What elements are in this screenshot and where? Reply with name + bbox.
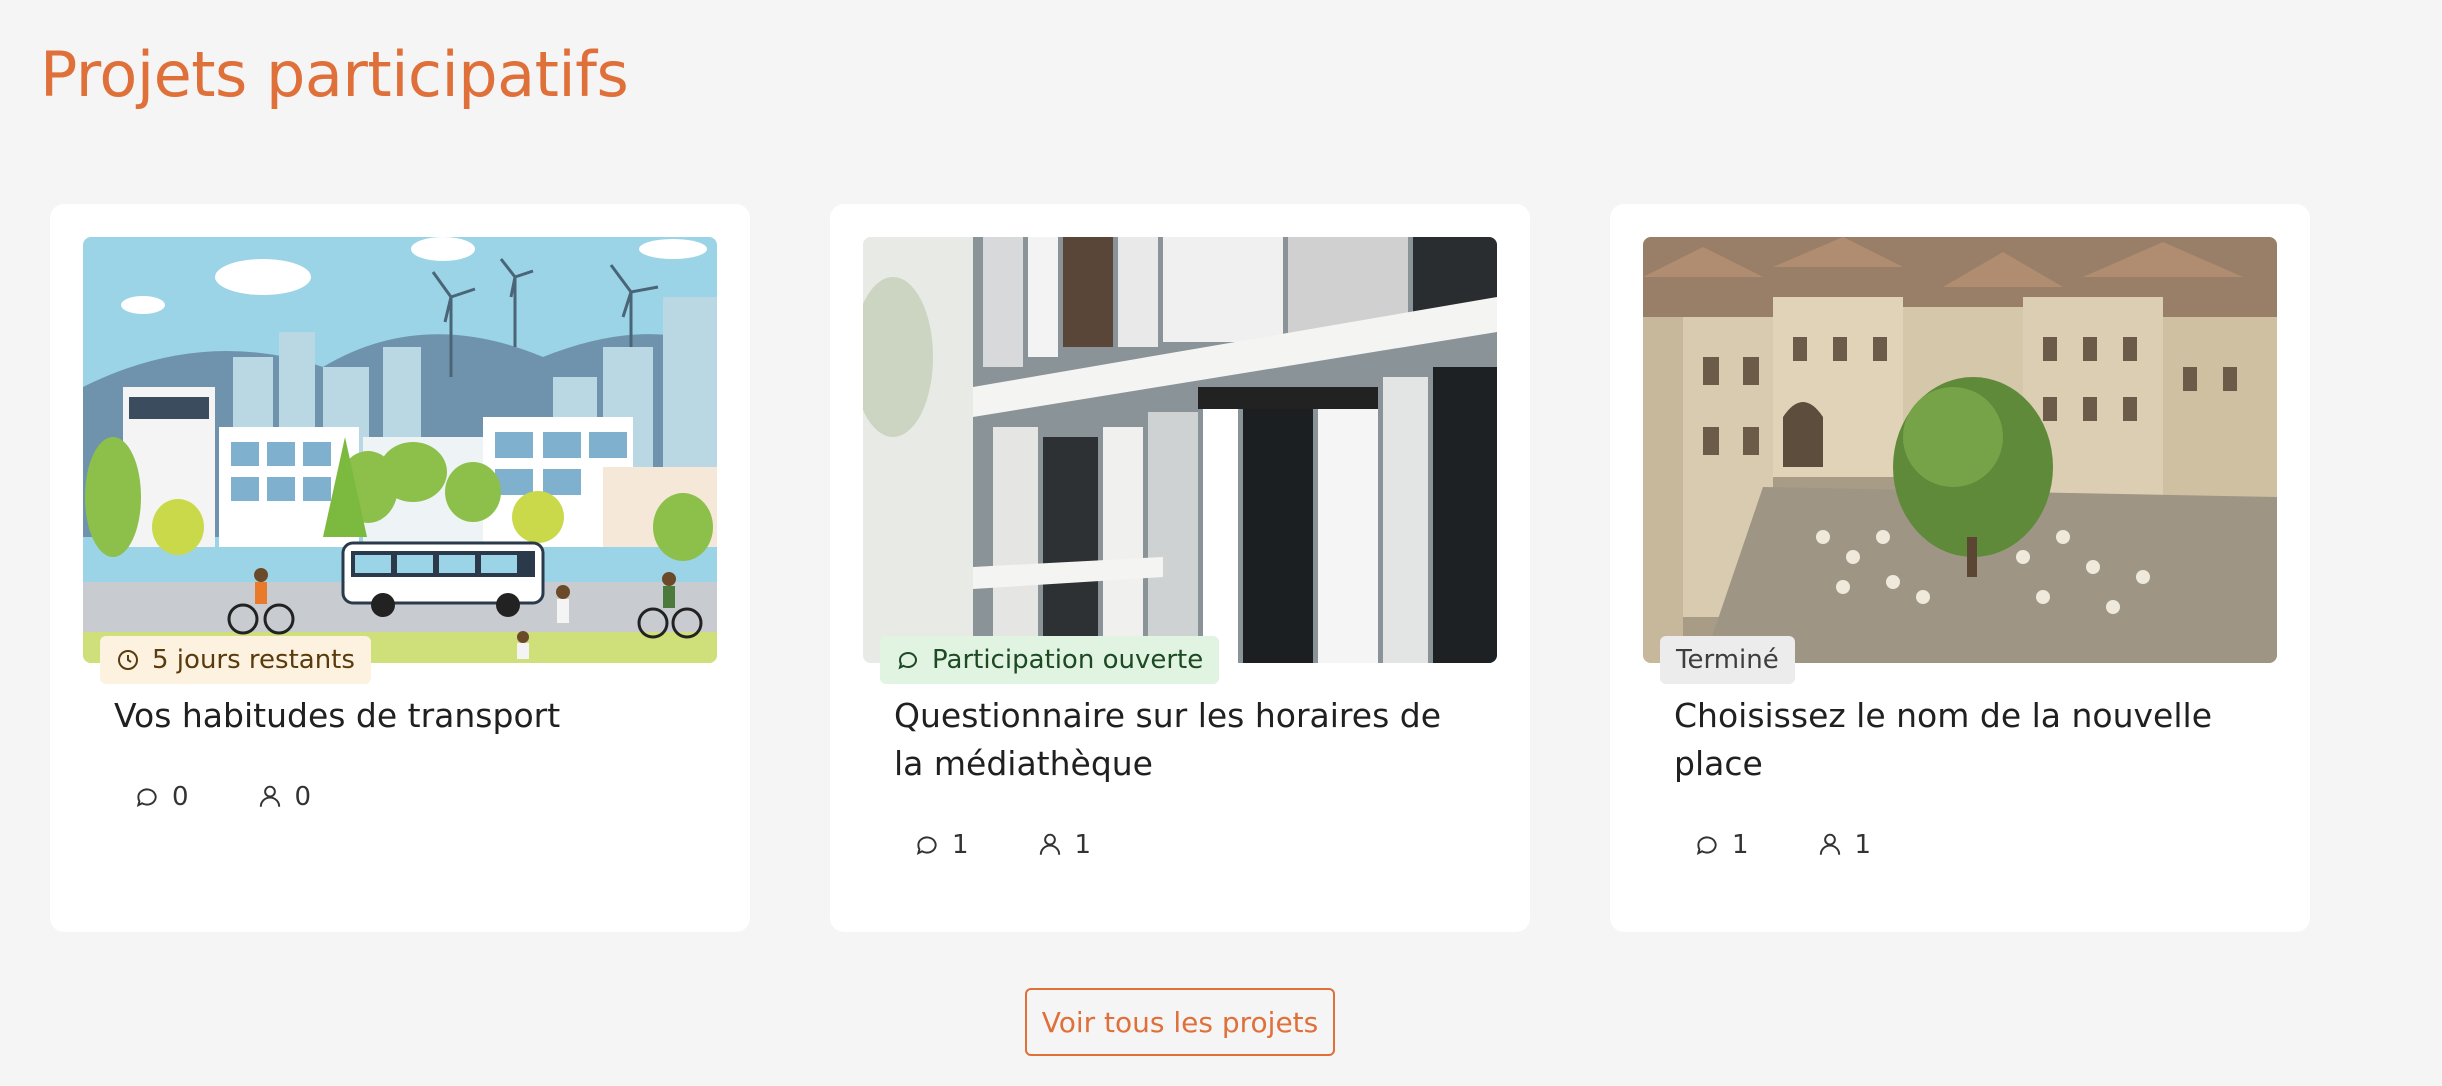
project-card-library[interactable]: Participation ouverte Questionnaire sur … [830,204,1530,932]
project-card-square[interactable]: Terminé Choisissez le nom de la nouvelle… [1610,204,2310,932]
badge-label: Participation ouverte [932,645,1204,675]
clock-icon [118,650,138,670]
project-image-city-transport[interactable] [83,237,717,663]
project-image-library-shelves[interactable] [863,237,1497,663]
participant-count-value: 1 [1074,830,1092,860]
participant-count: 0 [257,782,312,812]
comment-count-value: 1 [952,830,969,860]
status-badge-days-remaining: 5 jours restants [100,636,371,684]
badge-label: Terminé [1676,645,1779,675]
comment-count: 1 [1694,830,1749,860]
speech-bubble-icon [898,652,917,670]
participant-count: 1 [1817,830,1872,860]
status-badge-participation-open: Participation ouverte [880,636,1220,684]
comment-icon [916,836,937,855]
project-image-town-square[interactable] [1643,237,2277,663]
comment-count: 1 [914,830,969,860]
comment-count-value: 1 [1732,830,1749,860]
view-all-projects-button[interactable]: Voir tous les projets [1025,988,1335,1056]
participant-count-value: 1 [1854,830,1872,860]
project-title-link[interactable]: Vos habitudes de transport [114,692,694,740]
project-stats: 1 1 [914,830,1091,860]
user-icon [1819,833,1840,855]
user-icon [1039,833,1060,855]
participant-count: 1 [1037,830,1092,860]
comment-count: 0 [134,782,189,812]
project-card-transport[interactable]: 5 jours restants Vos habitudes de transp… [50,204,750,932]
project-title-link[interactable]: Questionnaire sur les horaires de la méd… [894,692,1474,788]
comment-icon [136,788,157,807]
badge-label: 5 jours restants [152,645,355,675]
user-icon [259,785,280,807]
comment-count-value: 0 [172,782,189,812]
participant-count-value: 0 [294,782,312,812]
project-title-link[interactable]: Choisissez le nom de la nouvelle place [1674,692,2254,788]
project-stats: 0 0 [134,782,311,812]
project-stats: 1 1 [1694,830,1871,860]
comment-icon [1696,836,1717,855]
page-title: Projets participatifs [40,38,629,111]
status-badge-finished: Terminé [1660,636,1795,684]
